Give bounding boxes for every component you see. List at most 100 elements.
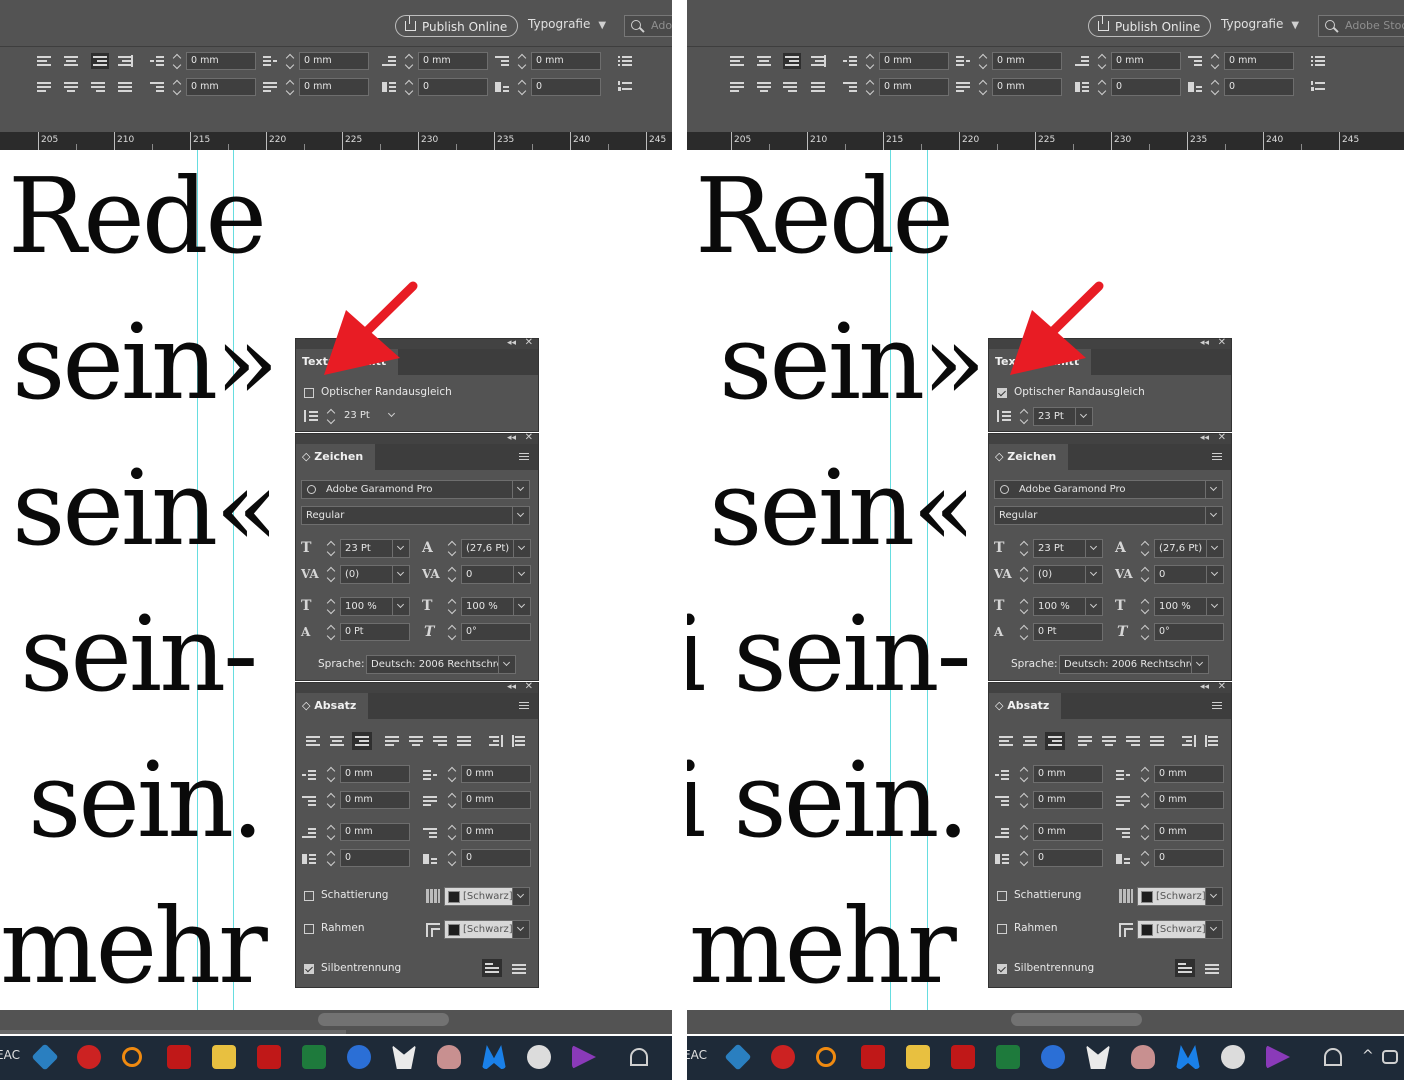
first-line-indent-stepper[interactable] [1019,791,1030,809]
space-before-field[interactable]: 0 mm [1111,52,1181,70]
excel-icon[interactable] [302,1045,326,1069]
font-size-stepper[interactable] [326,539,337,557]
language-dropdown[interactable]: Deutsch: 2006 Rechtschre... [1059,655,1209,674]
close-icon[interactable]: ✕ [525,681,533,692]
shading-swatch-dropdown[interactable]: [Schwarz] [444,887,530,906]
last-line-indent-field[interactable]: 0 mm [299,78,369,96]
space-before-field[interactable]: 0 mm [1033,823,1103,841]
panel-menu-icon[interactable] [1212,702,1222,709]
space-before-stepper[interactable] [1019,823,1030,841]
paragraph-composer-icon[interactable] [1205,962,1219,974]
justify-right-icon[interactable] [783,81,797,93]
text-line[interactable]: mehr [689,894,957,998]
skew-field[interactable]: 0° [461,623,531,641]
align-towards-spine-icon[interactable] [489,735,503,747]
last-line-indent-stepper[interactable] [285,78,296,96]
paint-icon[interactable] [1131,1045,1155,1069]
text-line[interactable]: sein» [719,310,986,414]
drop-cap-lines-field[interactable]: 0 [340,849,410,867]
panel-menu-icon[interactable] [519,702,529,709]
align-center-icon[interactable] [64,55,78,67]
justify-left-icon[interactable] [385,735,399,747]
pdf-icon[interactable] [167,1045,191,1069]
collapse-icon[interactable]: ◂◂ [1200,338,1209,348]
align-right-icon[interactable] [783,53,801,69]
space-after-stepper[interactable] [1210,52,1221,70]
first-line-indent-stepper[interactable] [865,78,876,96]
align-center-icon[interactable] [757,55,771,67]
first-line-indent-stepper[interactable] [326,791,337,809]
workspace-switcher[interactable]: Typografie ▼ [1221,17,1299,31]
left-indent-field[interactable]: 0 mm [879,52,949,70]
vertical-scale-stepper[interactable] [326,597,337,615]
space-before-stepper[interactable] [326,823,337,841]
align-away-spine-icon[interactable] [1205,735,1219,747]
justify-center-icon[interactable] [409,735,423,747]
search-icon[interactable] [816,1047,836,1067]
horizontal-scrollbar[interactable] [687,1010,1404,1034]
align-away-spine-icon[interactable] [512,735,526,747]
justify-right-icon[interactable] [1126,735,1140,747]
single-line-composer-icon[interactable] [482,959,502,977]
drop-cap-lines-field[interactable]: 0 [1111,78,1181,96]
vertical-scale-stepper[interactable] [1019,597,1030,615]
skew-field[interactable]: 0° [1154,623,1224,641]
tracking-field[interactable]: 0 [461,565,531,584]
image-viewer-icon[interactable] [212,1045,236,1069]
right-indent-stepper[interactable] [1140,765,1151,783]
kodi-icon[interactable] [724,1043,752,1071]
justify-left-icon[interactable] [37,81,51,93]
drop-cap-chars-stepper[interactable] [517,78,528,96]
drop-cap-lines-field[interactable]: 0 [418,78,488,96]
kerning-stepper[interactable] [326,565,337,583]
right-indent-stepper[interactable] [978,52,989,70]
space-before-field[interactable]: 0 mm [340,823,410,841]
font-style-dropdown[interactable]: Regular [301,506,530,525]
firefox-icon[interactable] [347,1045,371,1069]
first-line-indent-field[interactable]: 0 mm [1033,791,1103,809]
drop-cap-lines-stepper[interactable] [1019,849,1030,867]
hyphenation-checkbox[interactable] [304,964,314,974]
right-indent-stepper[interactable] [447,765,458,783]
numbered-list-icon[interactable] [618,81,632,93]
left-indent-stepper[interactable] [326,765,337,783]
malwarebytes-icon[interactable] [1176,1045,1200,1069]
skew-stepper[interactable] [1140,623,1151,641]
media-player-icon[interactable] [1266,1045,1290,1069]
left-indent-stepper[interactable] [865,52,876,70]
vertical-scale-field[interactable]: 100 % [340,597,410,616]
baseline-shift-stepper[interactable] [1019,623,1030,641]
text-line[interactable]: sein« [709,456,976,560]
language-dropdown[interactable]: Deutsch: 2006 Rechtschre... [366,655,516,674]
kerning-stepper[interactable] [1019,565,1030,583]
shading-settings-icon[interactable] [426,889,440,903]
drop-cap-chars-field[interactable]: 0 [1224,78,1294,96]
align-left-icon[interactable] [730,55,744,67]
last-line-indent-stepper[interactable] [447,791,458,809]
scrollbar-thumb[interactable] [1011,1013,1142,1026]
space-after-stepper[interactable] [1140,823,1151,841]
border-swatch-dropdown[interactable]: [Schwarz] [1137,920,1223,939]
border-swatch-dropdown[interactable]: [Schwarz] [444,920,530,939]
justify-center-icon[interactable] [1102,735,1116,747]
space-after-stepper[interactable] [447,823,458,841]
first-line-indent-field[interactable]: 0 mm [186,78,256,96]
font-family-dropdown[interactable]: Adobe Garamond Pro [301,480,530,499]
right-indent-field[interactable]: 0 mm [1154,765,1224,783]
horizontal-scale-field[interactable]: 100 % [1154,597,1224,616]
space-before-field[interactable]: 0 mm [418,52,488,70]
chevron-up-icon[interactable]: ^ [1362,1048,1374,1064]
justify-center-icon[interactable] [64,81,78,93]
justify-left-icon[interactable] [730,81,744,93]
single-line-composer-icon[interactable] [1175,959,1195,977]
font-size-stepper[interactable] [1019,539,1030,557]
font-style-dropdown[interactable]: Regular [994,506,1223,525]
font-family-dropdown[interactable]: Adobe Garamond Pro [994,480,1223,499]
text-line[interactable]: Rede [695,164,954,268]
people-icon[interactable] [630,1048,648,1066]
justify-all-icon[interactable] [811,81,825,93]
align-right-icon[interactable] [352,732,372,750]
bullet-list-icon[interactable] [1311,55,1325,67]
text-line[interactable]: mehr [0,894,268,998]
drop-cap-lines-stepper[interactable] [326,849,337,867]
